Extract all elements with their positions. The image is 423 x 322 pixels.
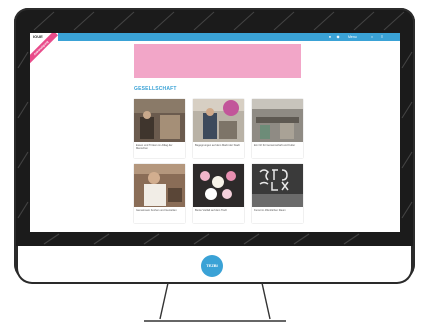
- article-card[interactable]: Bunte Vielfalt auf dem Tisch: [193, 164, 244, 223]
- article-caption: Begegnungen auf dem Markt der Stadt: [195, 144, 240, 147]
- top-navigation-bar: IOUE Menu ● ◆ ○ ≡: [30, 33, 400, 41]
- search-icon[interactable]: ○: [370, 34, 374, 39]
- screen: IOUE Menu ● ◆ ○ ≡ Ankündigung GESELLSCHA…: [30, 33, 400, 232]
- section-title: GESELLSCHAFT: [134, 86, 177, 92]
- user-icon[interactable]: ●: [328, 34, 332, 39]
- article-card[interactable]: Begegnungen auf dem Markt der Stadt: [193, 99, 244, 158]
- article-card[interactable]: Essen und Trinken im Alltag der Menschen: [134, 99, 185, 158]
- article-caption: Ein Ort für Gemeinschaft und Kultur: [254, 144, 296, 147]
- article-caption: Bunte Vielfalt auf dem Tisch: [195, 209, 228, 212]
- article-photo: [193, 99, 244, 142]
- article-card[interactable]: Gemeinsam Kochen und Genießen: [134, 164, 185, 223]
- article-photo: [252, 99, 303, 142]
- article-card[interactable]: Ein Ort für Gemeinschaft und Kultur: [252, 99, 303, 158]
- monitor-stand: [144, 283, 286, 322]
- menu-icon[interactable]: ≡: [380, 34, 384, 39]
- article-photo: [134, 99, 185, 142]
- monitor-button[interactable]: TEZBI: [201, 255, 223, 277]
- article-card[interactable]: Kunst im öffentlichen Raum: [252, 164, 303, 223]
- article-photo: [193, 164, 244, 207]
- article-caption: Gemeinsam Kochen und Genießen: [136, 209, 177, 212]
- nav-menu-label[interactable]: Menu: [348, 34, 357, 40]
- article-photo: [252, 164, 303, 207]
- article-caption: Essen und Trinken im Alltag der Menschen: [136, 144, 173, 150]
- hero-banner: [134, 44, 301, 78]
- article-photo: [134, 164, 185, 207]
- article-caption: Kunst im öffentlichen Raum: [254, 209, 286, 212]
- share-icon[interactable]: ◆: [336, 34, 340, 39]
